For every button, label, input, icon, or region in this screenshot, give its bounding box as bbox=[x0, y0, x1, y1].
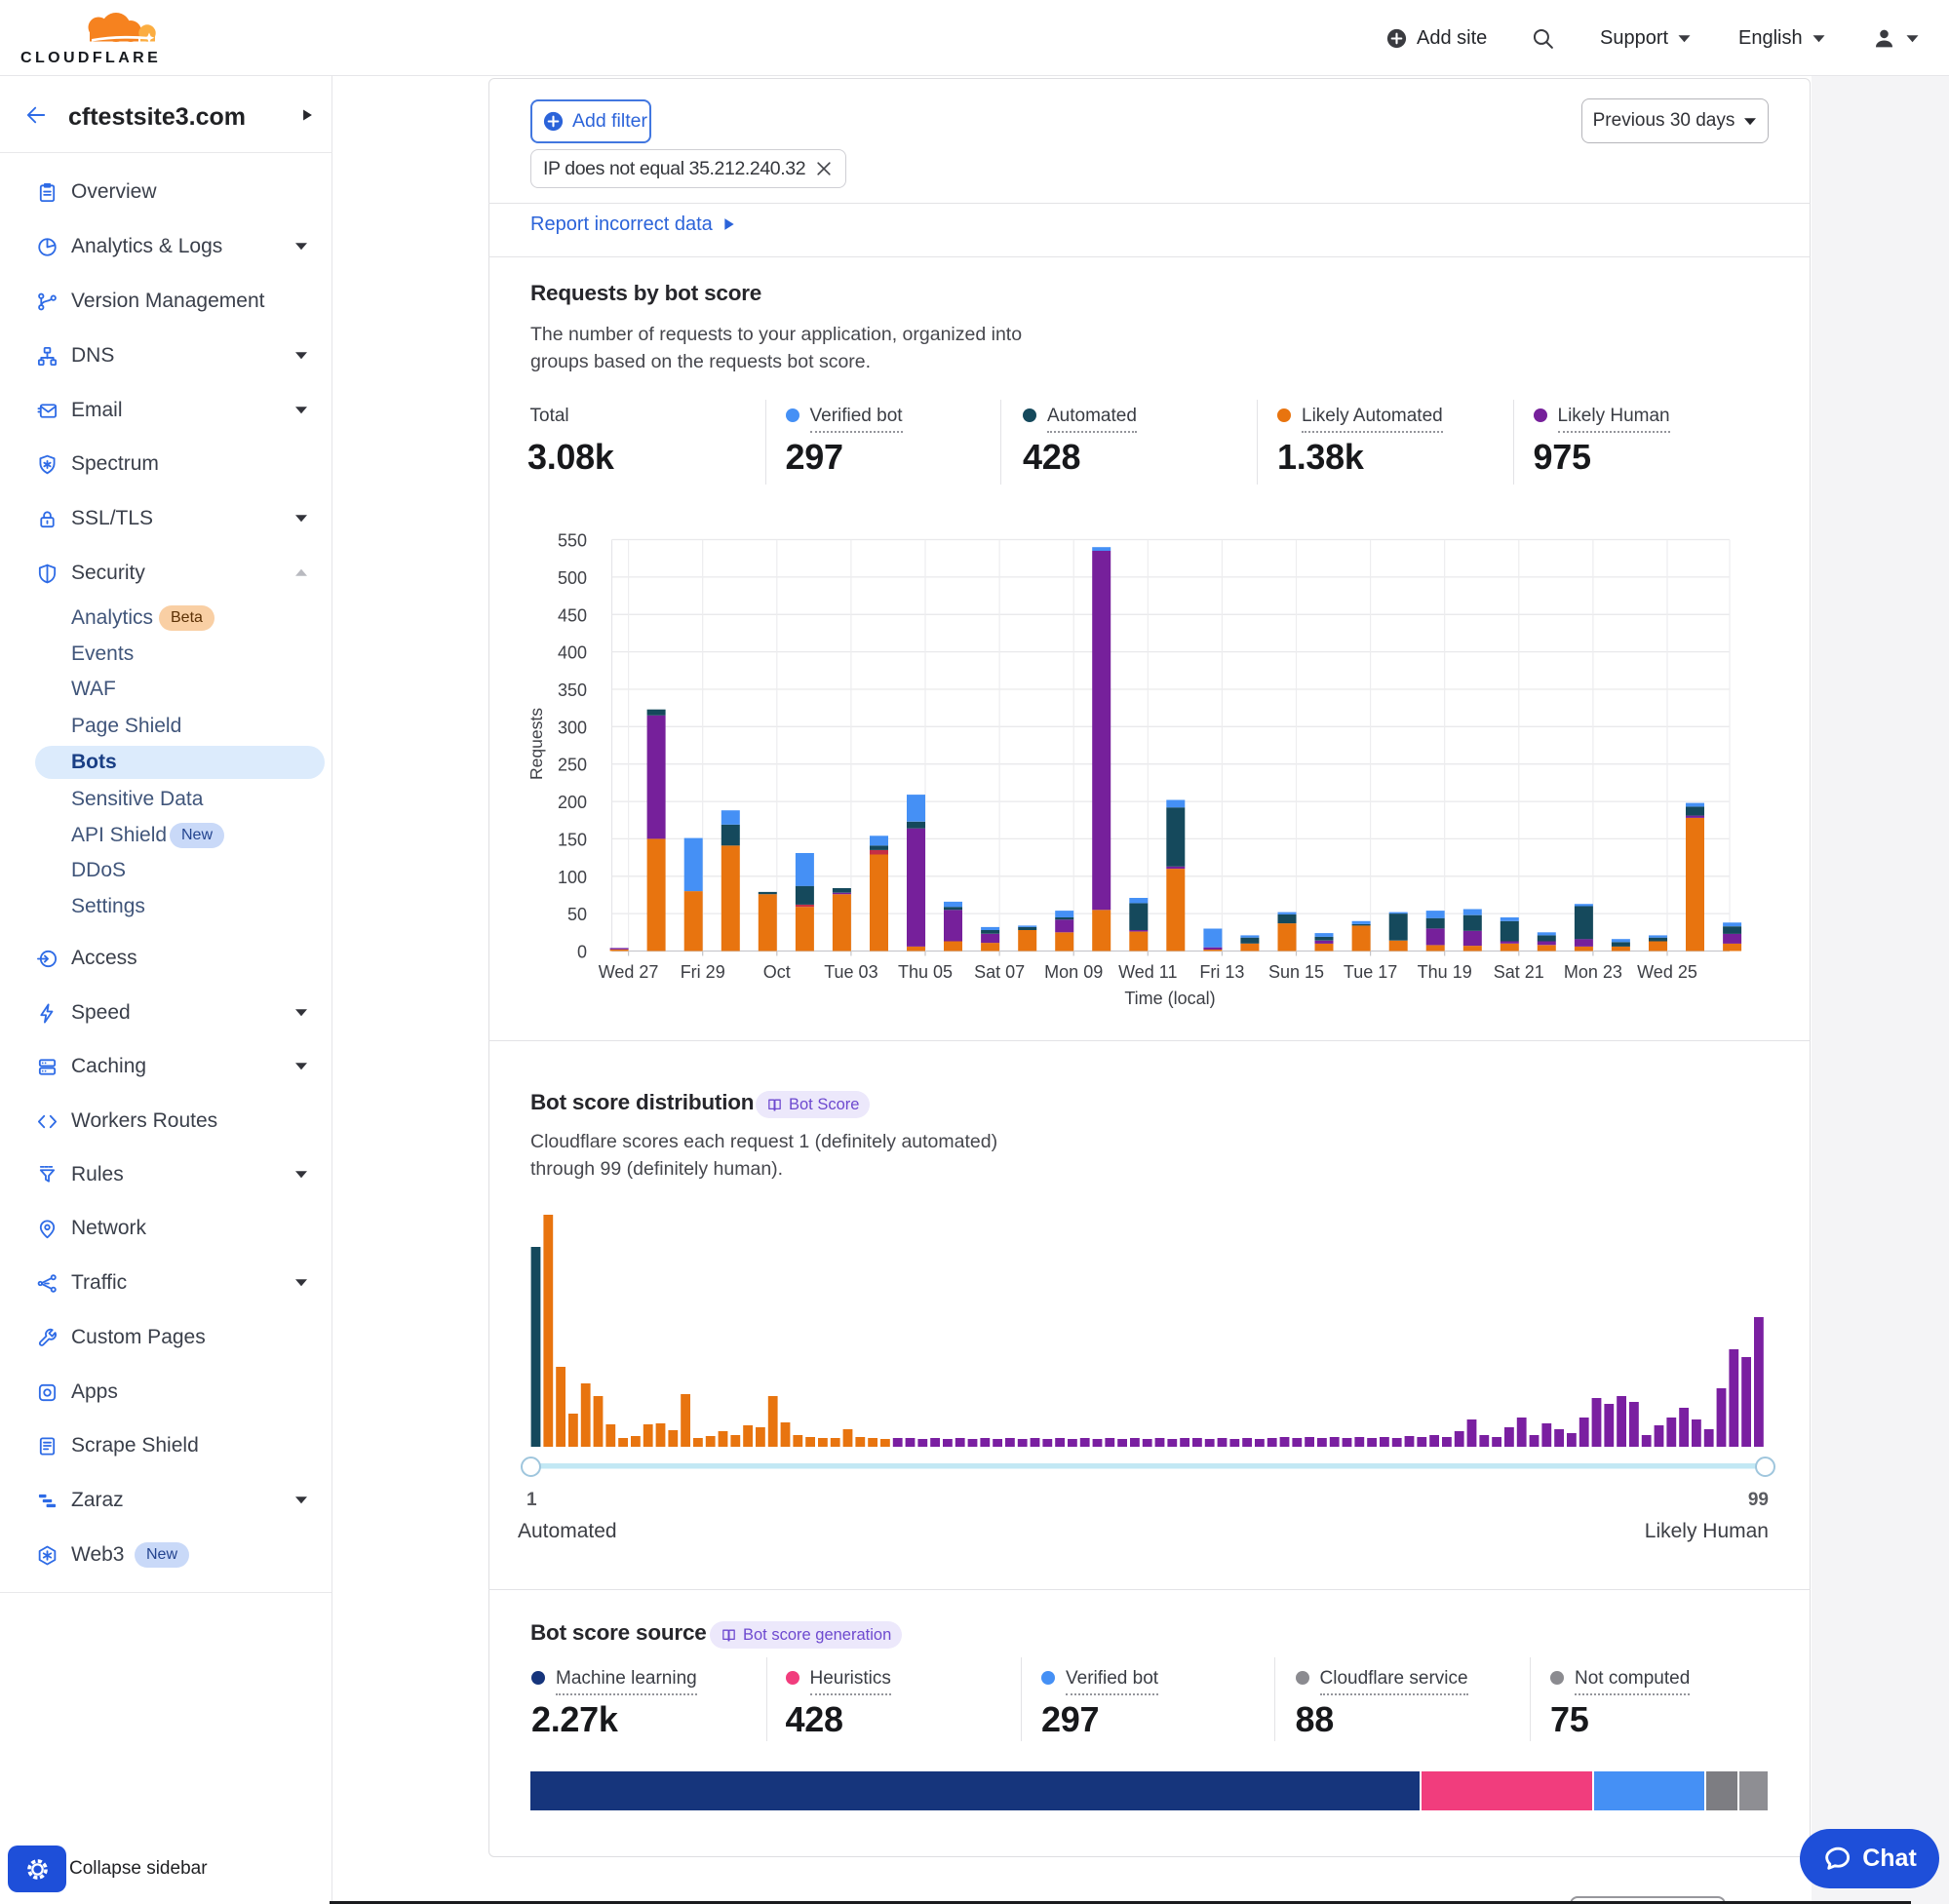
svg-text:200: 200 bbox=[558, 793, 587, 812]
svg-text:Mon 23: Mon 23 bbox=[1564, 962, 1622, 982]
svg-text:500: 500 bbox=[558, 568, 587, 588]
svg-text:Sat 21: Sat 21 bbox=[1494, 962, 1544, 982]
svg-text:Tue 03: Tue 03 bbox=[824, 962, 877, 982]
svg-text:Mon 09: Mon 09 bbox=[1044, 962, 1103, 982]
svg-text:150: 150 bbox=[558, 830, 587, 849]
svg-text:Time (local): Time (local) bbox=[1124, 989, 1215, 1008]
svg-text:Wed 27: Wed 27 bbox=[599, 962, 659, 982]
svg-text:400: 400 bbox=[558, 643, 587, 663]
svg-text:Thu 05: Thu 05 bbox=[898, 962, 953, 982]
svg-text:1: 1 bbox=[526, 1490, 537, 1510]
svg-text:450: 450 bbox=[558, 605, 587, 625]
svg-text:250: 250 bbox=[558, 756, 587, 775]
svg-text:Sat 07: Sat 07 bbox=[974, 962, 1025, 982]
svg-text:Thu 19: Thu 19 bbox=[1418, 962, 1472, 982]
svg-text:Likely Human: Likely Human bbox=[1645, 1520, 1769, 1542]
svg-text:0: 0 bbox=[577, 943, 587, 962]
svg-text:Fri 29: Fri 29 bbox=[681, 962, 725, 982]
svg-text:Sun 15: Sun 15 bbox=[1268, 962, 1324, 982]
svg-text:Oct: Oct bbox=[763, 962, 791, 982]
svg-text:550: 550 bbox=[558, 531, 587, 551]
svg-text:Wed 11: Wed 11 bbox=[1118, 962, 1177, 982]
svg-text:CLOUDFLARE: CLOUDFLARE bbox=[20, 50, 161, 66]
svg-text:Requests: Requests bbox=[526, 708, 546, 780]
svg-text:99: 99 bbox=[1748, 1490, 1769, 1510]
svg-text:50: 50 bbox=[567, 905, 587, 924]
svg-text:Tue 17: Tue 17 bbox=[1344, 962, 1397, 982]
svg-text:Automated: Automated bbox=[518, 1520, 617, 1542]
svg-text:Fri 13: Fri 13 bbox=[1199, 962, 1244, 982]
svg-text:Wed 25: Wed 25 bbox=[1637, 962, 1697, 982]
svg-text:350: 350 bbox=[558, 680, 587, 700]
svg-text:100: 100 bbox=[558, 868, 587, 887]
svg-text:300: 300 bbox=[558, 718, 587, 737]
